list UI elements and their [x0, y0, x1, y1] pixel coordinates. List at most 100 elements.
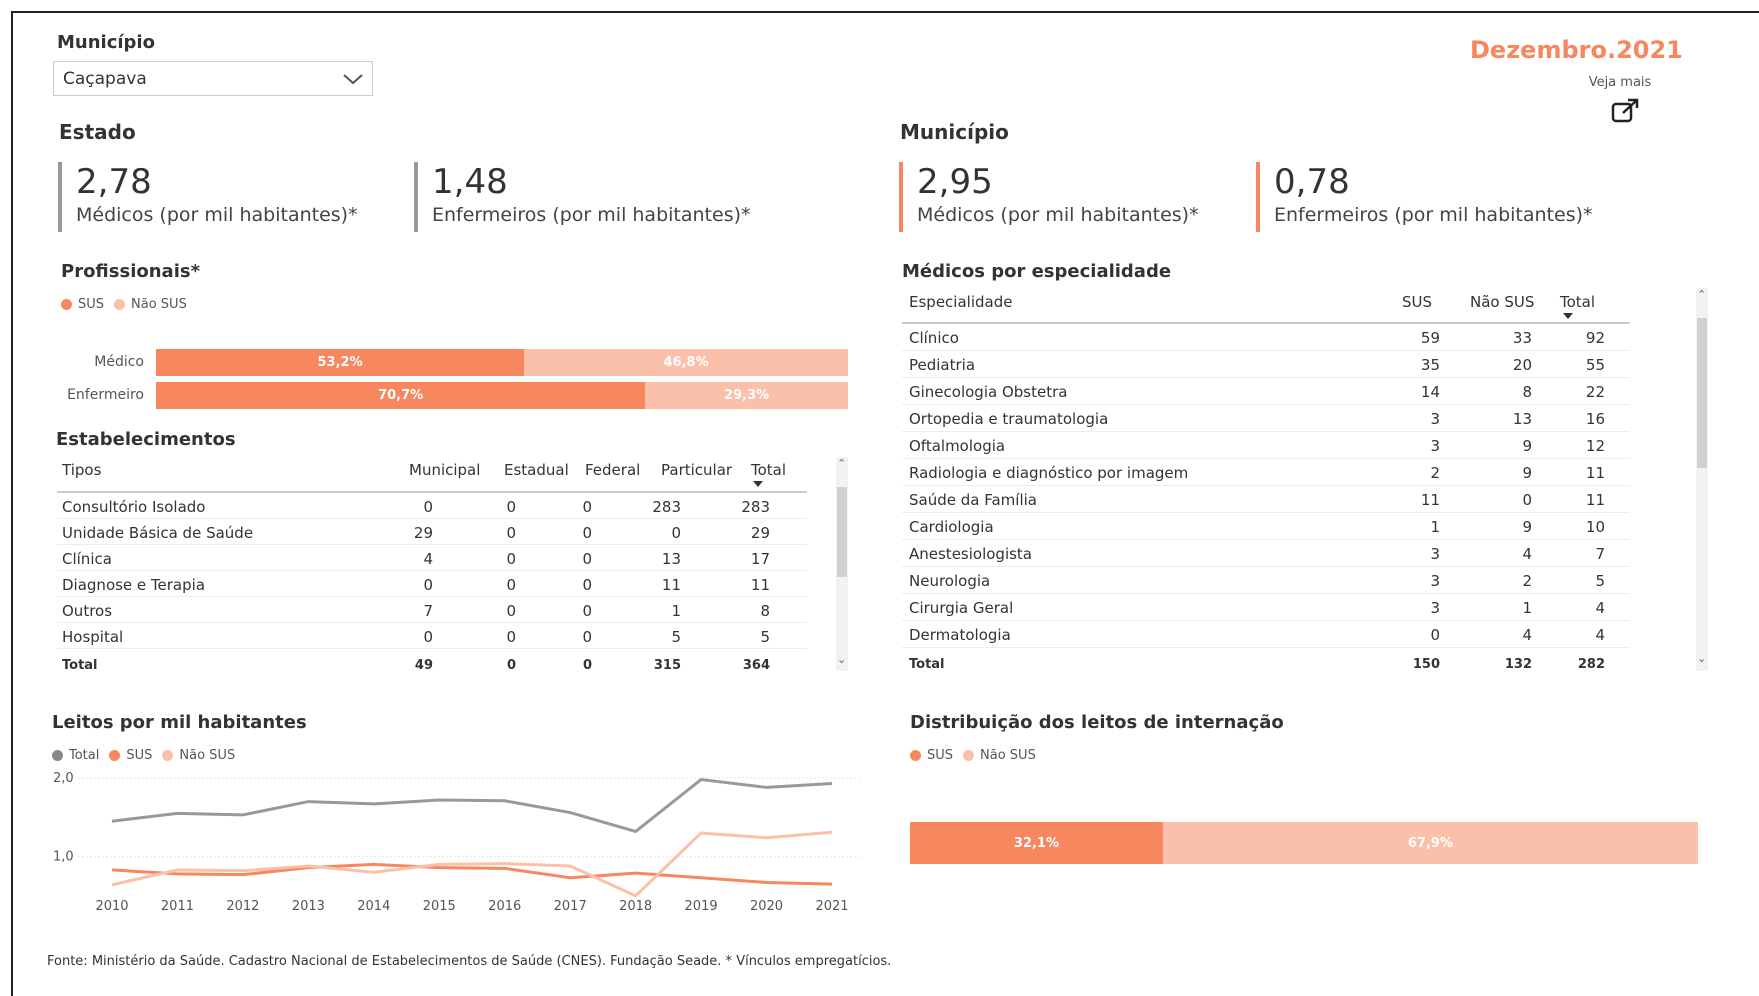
bar-enfermeiro[interactable]: 70,7% 29,3% [156, 382, 848, 409]
bar-segment-sus[interactable]: 70,7% [156, 382, 646, 409]
table-row[interactable]: Hospital 0 0 0 5 5 [57, 623, 807, 649]
external-link-icon[interactable] [1610, 97, 1642, 125]
leitos-line-chart[interactable]: 2,0 1,0 2010 2011 2012 2013 2014 2015 2016 2017 20… [40, 770, 870, 920]
cell-value: 2 [1430, 464, 1440, 482]
cell-value: 11 [750, 576, 770, 594]
table-row[interactable]: Neurologia 3 2 5 [902, 567, 1630, 594]
x-tick-label: 2012 [226, 899, 259, 914]
cell-value: 11 [661, 576, 681, 594]
total-value: 49 [414, 658, 433, 673]
col-estadual[interactable]: Estadual [504, 461, 569, 479]
series-line-total[interactable] [111, 778, 833, 834]
bar-medico[interactable]: 53,2% 46,8% [156, 349, 848, 376]
scroll-thumb[interactable] [1697, 318, 1707, 468]
especialidade-title: Médicos por especialidade [902, 261, 1172, 282]
col-federal[interactable]: Federal [585, 461, 640, 479]
cell-value: 1 [671, 602, 681, 620]
table-row[interactable]: Ginecologia Obstetra 14 8 22 [902, 378, 1630, 405]
col-especialidade[interactable]: Especialidade [909, 293, 1012, 311]
scroll-up-icon[interactable]: ⌃ [837, 457, 846, 470]
cell-value: 7 [423, 602, 433, 620]
nao-sus-legend-dot [963, 750, 975, 761]
cell-value: 7 [1595, 545, 1605, 563]
col-tipos[interactable]: Tipos [62, 461, 101, 479]
series-line-nao-sus[interactable] [111, 830, 833, 898]
table-row[interactable]: Diagnose e Terapia 0 0 0 11 11 [57, 571, 807, 597]
x-tick-label: 2014 [357, 899, 390, 914]
cell-value: 0 [423, 576, 433, 594]
cell-value: 5 [1595, 572, 1605, 590]
cell-value: 4 [423, 550, 433, 568]
estabelecimentos-title: Estabelecimentos [56, 429, 236, 450]
cell-value: 3 [1430, 599, 1440, 617]
bar-segment-sus[interactable]: 53,2% [156, 349, 525, 376]
distribuicao-bar[interactable]: 32,1% 67,9% [910, 822, 1698, 864]
leitos-legend: Total SUS Não SUS [52, 748, 235, 763]
scroll-down-icon[interactable]: ⌄ [837, 653, 846, 666]
cell-value: 0 [582, 576, 592, 594]
cell-value: 0 [1430, 626, 1440, 644]
kpi-value: 2,78 [76, 162, 152, 202]
table-row[interactable]: Outros 7 0 0 1 8 [57, 597, 807, 623]
cell-value: 14 [1420, 383, 1440, 401]
table-row[interactable]: Anestesiologista 3 4 7 [902, 540, 1630, 567]
legend-sus: SUS [126, 748, 153, 763]
x-tick-label: 2010 [95, 899, 128, 914]
col-total[interactable]: Total [1560, 293, 1595, 311]
municipio-dropdown[interactable]: Caçapava [53, 61, 373, 96]
kpi-caption: Médicos (por mil habitantes)* [917, 204, 1199, 226]
table-row[interactable]: Unidade Básica de Saúde 29 0 0 0 29 [57, 519, 807, 545]
scroll-thumb[interactable] [837, 487, 847, 577]
sus-legend-dot [109, 750, 121, 761]
col-total[interactable]: Total [751, 461, 786, 479]
bar-segment-nao-sus[interactable]: 29,3% [645, 382, 848, 409]
bar-segment-nao-sus[interactable]: 46,8% [524, 349, 848, 376]
municipio-title: Município [900, 120, 1009, 144]
cell-value: 283 [652, 498, 681, 516]
x-tick-label: 2021 [815, 899, 848, 914]
table-row[interactable]: Radiologia e diagnóstico por imagem 2 9 11 [902, 459, 1630, 486]
x-tick-label: 2011 [161, 899, 194, 914]
cell-value: 3 [1430, 410, 1440, 428]
table-row[interactable]: Oftalmologia 3 9 12 [902, 432, 1630, 459]
cell-value: 10 [1585, 518, 1605, 536]
cell-especialidade: Ortopedia e traumatologia [909, 410, 1109, 428]
cell-value: 0 [506, 576, 516, 594]
series-line-sus[interactable] [111, 862, 833, 886]
total-label: Total [62, 658, 98, 673]
bar-segment-nao-sus[interactable]: 67,9% [1162, 822, 1698, 864]
table-row[interactable]: Cirurgia Geral 3 1 4 [902, 594, 1630, 621]
scroll-down-icon[interactable]: ⌄ [1697, 652, 1706, 665]
col-particular[interactable]: Particular [661, 461, 732, 479]
y-tick-label: 2,0 [53, 771, 74, 786]
table-row[interactable]: Clínica 4 0 0 13 17 [57, 545, 807, 571]
col-sus[interactable]: SUS [1402, 293, 1432, 311]
cell-tipo: Unidade Básica de Saúde [62, 524, 254, 542]
distribuicao-legend: SUS Não SUS [910, 748, 1036, 763]
cell-tipo: Hospital [62, 628, 124, 646]
scroll-up-icon[interactable]: ⌃ [1697, 288, 1706, 301]
col-municipal[interactable]: Municipal [409, 461, 480, 479]
total-legend-dot [52, 750, 63, 761]
table-row[interactable]: Ortopedia e traumatologia 3 13 16 [902, 405, 1630, 432]
col-nao-sus[interactable]: Não SUS [1470, 293, 1534, 311]
table-row[interactable]: Saúde da Família 11 0 11 [902, 486, 1630, 513]
table-row[interactable]: Dermatologia 0 4 4 [902, 621, 1630, 648]
table-row[interactable]: Pediatria 35 20 55 [902, 351, 1630, 378]
cell-value: 9 [1522, 518, 1532, 536]
estabelecimentos-scrollbar[interactable]: ⌃ ⌄ [836, 457, 848, 671]
cell-especialidade: Ginecologia Obstetra [909, 383, 1068, 401]
cell-value: 11 [1585, 491, 1605, 509]
municipio-kpi-enfermeiros: 0,78 Enfermeiros (por mil habitantes)* [1256, 162, 1593, 232]
estado-title: Estado [59, 120, 136, 144]
table-row[interactable]: Consultório Isolado 0 0 0 283 283 [57, 493, 807, 519]
table-row[interactable]: Clínico 59 33 92 [902, 324, 1630, 351]
cell-value: 1 [1522, 599, 1532, 617]
cell-value: 11 [1420, 491, 1440, 509]
bar-segment-sus[interactable]: 32,1% [910, 822, 1163, 864]
cell-value: 13 [661, 550, 681, 568]
table-row[interactable]: Cardiologia 1 9 10 [902, 513, 1630, 540]
especialidade-scrollbar[interactable]: ⌃ ⌄ [1696, 288, 1708, 671]
cell-especialidade: Clínico [909, 329, 959, 347]
dropdown-selected-value: Caçapava [63, 69, 147, 89]
